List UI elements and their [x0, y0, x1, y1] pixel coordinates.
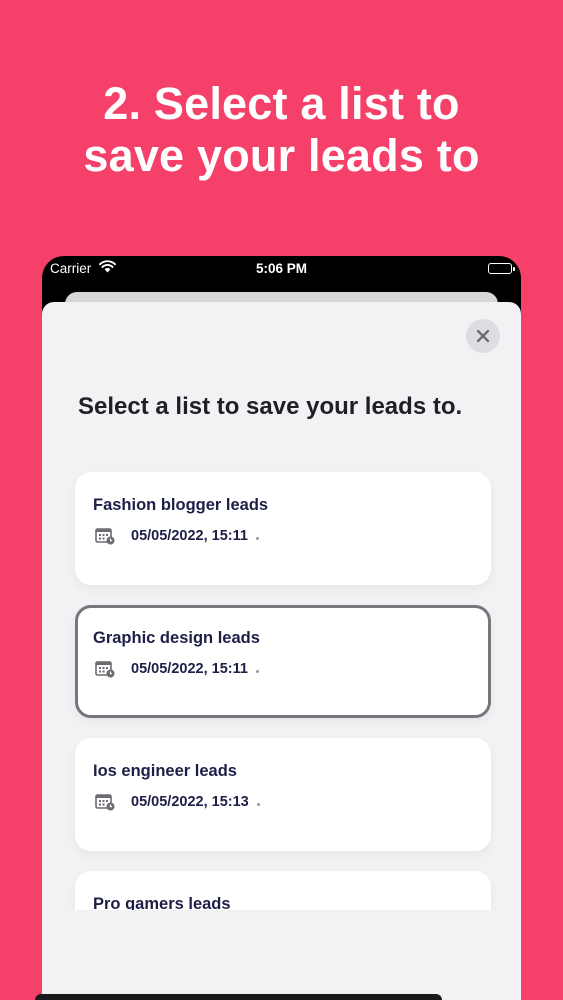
calendar-clock-icon	[95, 661, 115, 678]
list-item-meta: 05/05/2022, 15:13	[95, 793, 260, 811]
bottom-action-bar[interactable]	[35, 994, 442, 1000]
list-item-date: 05/05/2022, 15:13	[131, 794, 249, 810]
sheet-title: Select a list to save your leads to.	[78, 393, 463, 420]
list-item-date: 05/05/2022, 15:11	[131, 528, 248, 544]
close-icon	[476, 329, 490, 343]
list-item-name: Fashion blogger leads	[93, 496, 269, 514]
list-item[interactable]: Fashion blogger leads 05/05/2022, 15:11	[75, 472, 491, 585]
list-item-meta: 05/05/2022, 15:11	[95, 527, 259, 545]
battery-icon	[488, 263, 515, 274]
headline-line-1: 2. Select a list to	[103, 78, 460, 129]
calendar-clock-icon	[95, 794, 115, 811]
list-item[interactable]: Pro gamers leads	[75, 871, 491, 910]
list-item-name: Pro gamers leads	[93, 895, 231, 910]
list-item-meta: 05/05/2022, 15:11	[95, 660, 259, 678]
status-time: 5:06 PM	[255, 261, 308, 276]
calendar-clock-icon	[95, 528, 115, 545]
status-dot	[255, 669, 259, 673]
leads-list[interactable]: Fashion blogger leads 05/05/2022, 15:11 …	[42, 462, 521, 910]
list-item[interactable]: Ios engineer leads 05/05/2022, 15:13	[75, 738, 491, 851]
list-item-name: Graphic design leads	[93, 629, 260, 647]
list-item-date: 05/05/2022, 15:11	[131, 661, 248, 677]
status-dot	[256, 802, 260, 806]
phone-screen: Carrier 5:06 PM Select a list to save yo…	[42, 256, 521, 1000]
promo-headline: 2. Select a list to save your leads to	[0, 78, 563, 182]
headline-line-2: save your leads to	[83, 130, 480, 181]
list-item-name: Ios engineer leads	[93, 762, 237, 780]
status-dot	[255, 536, 259, 540]
list-item-selected[interactable]: Graphic design leads 05/05/2022, 15:11	[75, 605, 491, 718]
status-bar: Carrier 5:06 PM	[42, 256, 521, 282]
close-button[interactable]	[466, 319, 500, 353]
select-list-sheet: Select a list to save your leads to. Fas…	[42, 302, 521, 1000]
